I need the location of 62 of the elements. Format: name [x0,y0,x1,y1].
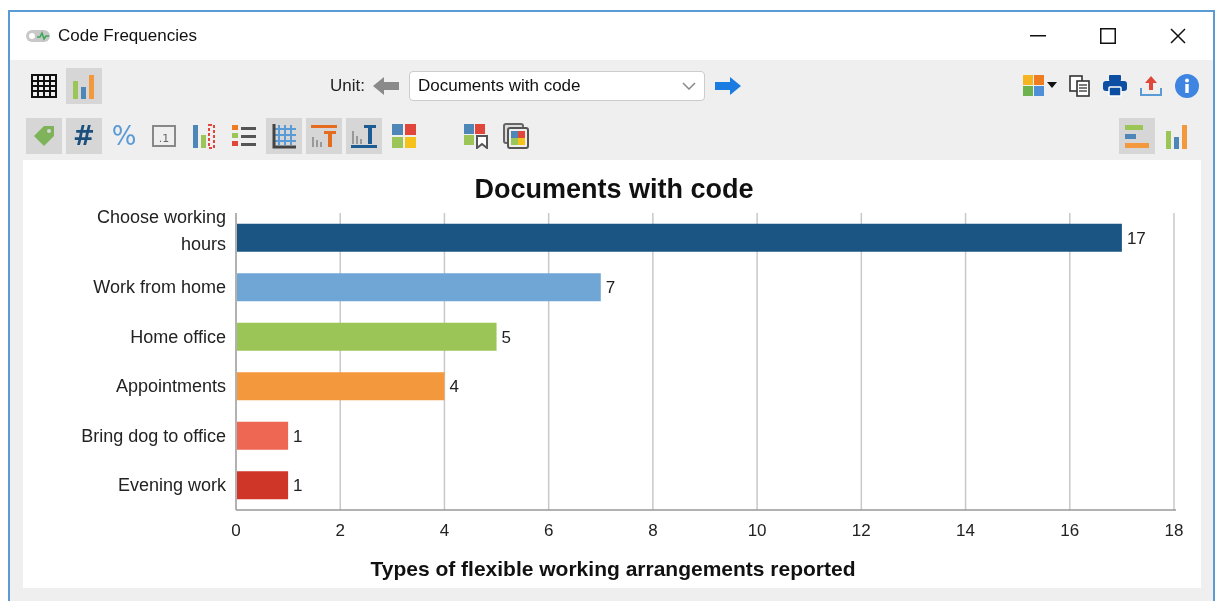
unit-dropdown[interactable]: Documents with code [408,71,705,101]
tick-label: 6 [543,521,554,540]
grid-icon [271,123,297,149]
bars-icon [191,123,217,149]
window-title: Code Frequencies [58,26,198,46]
minimize-icon [1030,35,1046,37]
chart-toggle[interactable] [66,68,102,104]
maximize-icon [1100,28,1116,44]
color-window-icon [503,123,529,149]
decimal-icon: .1 [152,125,176,147]
tag-toggle[interactable] [26,118,62,154]
forward-arrow-icon[interactable] [714,77,741,95]
bar-chart-icon [71,73,97,99]
bar-chart-icon [1164,123,1190,149]
title-bottom-toggle[interactable] [346,118,382,154]
copy-icon[interactable] [1069,75,1091,97]
tick-label: 18 [1164,521,1184,540]
close-icon [1170,28,1186,44]
category-label: Work from home [93,277,226,298]
category-label: Appointments [115,376,226,397]
tick-label: 14 [956,521,975,540]
tick-label: 12 [851,521,871,540]
category-label: Evening work [117,475,226,496]
tick-label: 4 [439,521,450,540]
category-label: Choose working hours [96,206,226,254]
color-grid-icon [391,123,417,149]
info-icon[interactable] [1175,74,1199,98]
tick-label: 16 [1060,521,1080,540]
title-top-toggle[interactable] [306,118,342,154]
grid-toggle[interactable] [266,118,302,154]
color-bookmark-icon [463,123,489,149]
decimal-toggle[interactable]: .1 [146,118,182,154]
horizontal-bars-icon [1124,123,1150,149]
table-icon [31,74,57,98]
tick-label: 8 [648,521,658,540]
category-label: Home office [130,326,226,347]
value-label: 7 [605,278,616,298]
back-arrow-icon[interactable] [372,77,399,95]
axis-title-icon [350,123,378,149]
tick-label: 10 [747,521,767,540]
legend-icon [231,124,257,148]
tick-label: 2 [335,521,345,540]
value-label: 17 [1126,228,1146,248]
chevron-icon [681,82,696,90]
value-label: 4 [449,377,459,397]
app-icon [26,30,50,42]
tick-label: 0 [231,521,241,540]
bar [237,471,289,500]
axis-title: Types of flexible working arrangements reported [370,557,856,580]
bar [237,421,289,450]
puzzle-dropdown-icon[interactable] [1023,75,1057,97]
horizontal-toggle[interactable] [1119,118,1155,154]
print-icon[interactable] [1103,75,1127,97]
hash-toggle[interactable]: # [66,118,102,154]
chart-title-icon [310,123,338,149]
value-label: 5 [501,327,511,347]
category-label: Bring dog to office [81,425,226,446]
unit-label: Unit: [330,76,365,96]
value-label: 1 [293,426,303,446]
value-label: 1 [293,476,303,496]
export-icon[interactable] [1139,75,1163,97]
chart-title: Documents with code [474,174,754,204]
